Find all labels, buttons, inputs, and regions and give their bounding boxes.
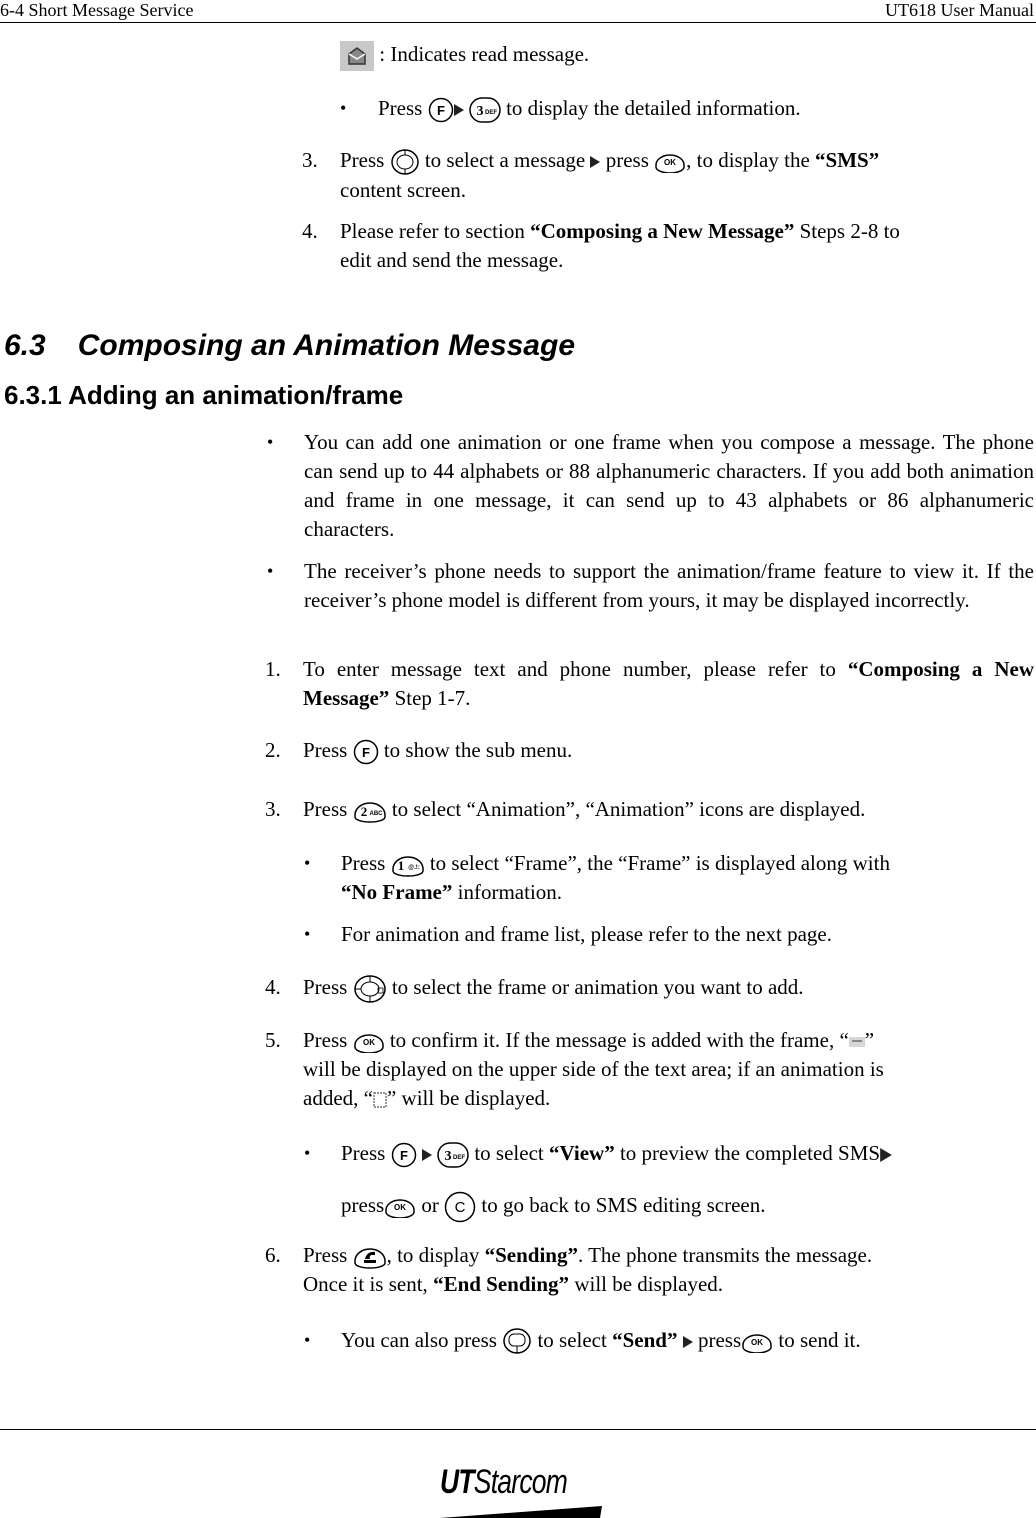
ok-key-icon: OK [384, 1196, 416, 1219]
frame-indicator-icon [848, 1037, 865, 1048]
3-def-key-icon: 3 DEF [469, 97, 501, 123]
send-call-key-icon [353, 1245, 387, 1269]
header-section: 6-4 Short Message Service [0, 0, 194, 20]
utstarcom-logo: UTStarcom [440, 1465, 605, 1518]
f-key-icon: F [353, 739, 379, 765]
1-key-icon: 1 @.!: [391, 853, 425, 877]
read-message-icon [340, 41, 374, 72]
ok-key-icon: OK [353, 1031, 385, 1054]
subsection-heading: 6.3.1 Adding an animation/frame [4, 380, 404, 410]
svg-text:F: F [362, 745, 370, 760]
ok-key-icon: OK [654, 151, 686, 174]
step-5-bullet-view: • Press F 3 DEF to select “View” to previ… [302, 1139, 1034, 1231]
ok-key-icon: OK [741, 1331, 773, 1354]
intro-bullet-2: • The receiver’s phone needs to support … [267, 559, 1034, 612]
arrow-right-icon [590, 156, 600, 168]
svg-text:OK: OK [394, 1203, 406, 1212]
svg-text:DEF: DEF [453, 1155, 465, 1161]
svg-text:F: F [437, 103, 445, 118]
svg-text:OK: OK [363, 1038, 375, 1047]
svg-text:@.!:: @.!: [408, 865, 420, 871]
step-4: 4. Press to select the frame or animatio… [265, 973, 1034, 1004]
arrow-right-icon [880, 1148, 892, 1162]
f-key-icon: F [391, 1142, 417, 1168]
bullet-detail: • Press F 3 DEF to display the detailed i… [340, 94, 801, 123]
step-3-bullet-frame: • Press 1 @.!: to select “Frame”, the “Fr… [304, 851, 890, 904]
svg-text:OK: OK [751, 1338, 763, 1347]
step-5: 5. Press OK to confirm it. If the messag… [265, 1028, 884, 1110]
3-def-key-icon: 3 DEF [437, 1142, 469, 1168]
svg-text:C: C [455, 1199, 466, 1216]
step-2: 2. Press F to show the sub menu. [265, 736, 1034, 765]
step-6-bullet-send: • You can also press to select “Send” pr… [302, 1326, 1034, 1356]
svg-text:1: 1 [397, 858, 404, 873]
soft-key-icon [502, 1328, 532, 1356]
svg-text:2: 2 [360, 804, 367, 819]
intro-bullet-1: • You can add one animation or one frame… [267, 430, 1034, 541]
bullet-glyph: • [340, 98, 347, 118]
svg-text:3: 3 [445, 1149, 452, 1164]
page-header: 6-4 Short Message Service UT618 User Man… [0, 0, 1036, 23]
step-4-refer-section: 4. Please refer to section “Composing a … [302, 219, 900, 272]
svg-text:OK: OK [664, 158, 676, 167]
read-message-note: : Indicates read message. [340, 40, 589, 72]
svg-text:F: F [400, 1148, 408, 1163]
c-key-icon: C [444, 1191, 476, 1223]
svg-text:3: 3 [476, 104, 483, 119]
f-key-icon: F [428, 97, 454, 123]
svg-text:ABC: ABC [369, 811, 383, 817]
svg-text:DEF: DEF [485, 110, 497, 116]
nav-key-icon [353, 974, 387, 1004]
step-1: 1. To enter message text and phone numbe… [265, 657, 1034, 710]
2-abc-key-icon: 2 ABC [353, 799, 387, 823]
animation-indicator-icon [373, 1092, 387, 1108]
logo-swoosh [440, 1506, 602, 1518]
nav-key-icon [390, 148, 420, 176]
arrow-right-icon [422, 1149, 432, 1161]
step-3: 3. Press 2 ABC to select “Animation”, “An… [265, 795, 1034, 824]
arrow-right-icon [454, 104, 464, 116]
logo-bold-text: UT [440, 1463, 475, 1501]
step-3-bullet-list: • For animation and frame list, please r… [304, 922, 832, 946]
arrow-right-icon [683, 1336, 693, 1348]
header-manual-title: UT618 User Manual [885, 0, 1034, 20]
section-heading: 6.3 Composing an Animation Message [4, 329, 576, 362]
step-3-select-message: 3. Press to select a message press OK, t… [302, 148, 880, 203]
step-6: 6. Press , to display “Sending”. The pho… [265, 1243, 873, 1296]
footer-divider [0, 1429, 1036, 1430]
logo-text: Starcom [473, 1463, 568, 1501]
